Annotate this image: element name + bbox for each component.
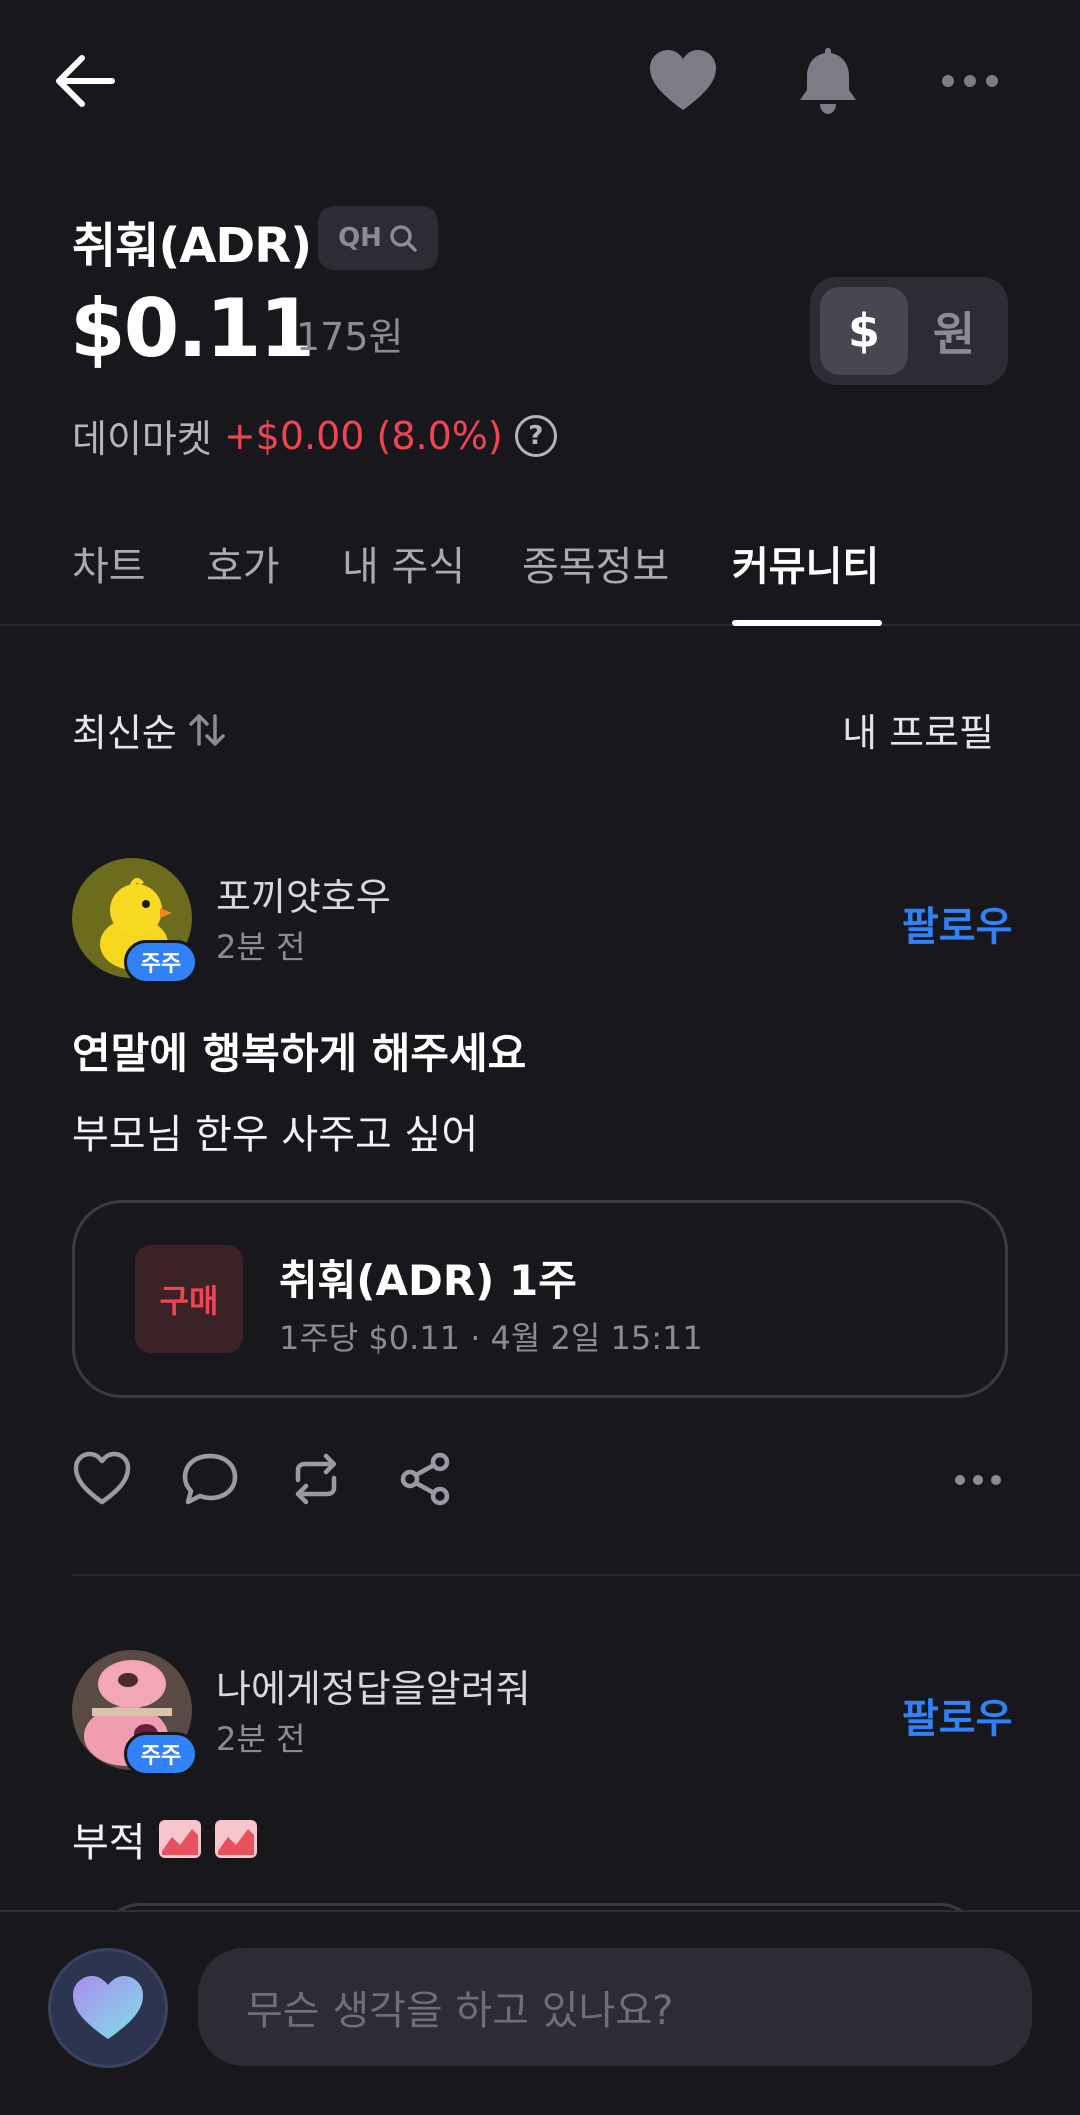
post-actions: [0, 1444, 1080, 1514]
bell-icon[interactable]: [796, 44, 860, 116]
active-tab-indicator: [732, 620, 882, 626]
sort-label: 최신순: [72, 711, 177, 755]
trade-title: 취훠(ADR) 1주: [279, 1256, 577, 1305]
post-body-row[interactable]: 부적: [72, 1810, 258, 1868]
search-icon: [390, 225, 417, 252]
comment-icon[interactable]: [180, 1450, 240, 1508]
post-composer: 무슨 생각을 하고 있나요?: [0, 1910, 1080, 2115]
repost-icon[interactable]: [286, 1450, 346, 1508]
stock-community-screen: 취훠(ADR) QH $0.11 175원 $ 원 데이마켓 +$0.00 (8…: [0, 0, 1080, 2115]
follow-button[interactable]: 팔로우: [902, 894, 1012, 952]
currency-krw-option[interactable]: 원: [910, 287, 998, 375]
heart-icon[interactable]: [648, 48, 718, 114]
tab-community[interactable]: 커뮤니티: [732, 534, 879, 592]
post-author[interactable]: 포끼얏호우: [216, 866, 391, 921]
daymarket-label: 데이마켓: [72, 417, 212, 461]
my-avatar[interactable]: [48, 1948, 168, 2068]
daymarket-change: +$0.00 (8.0%): [223, 413, 503, 458]
tab-my-stock[interactable]: 내 주식: [342, 534, 465, 592]
post-divider: [72, 1574, 1080, 1576]
post-time: 2분 전: [216, 928, 306, 966]
chart-rising-emoji-icon: [158, 1820, 201, 1858]
help-icon[interactable]: ?: [514, 414, 557, 457]
post-input[interactable]: 무슨 생각을 하고 있나요?: [198, 1948, 1032, 2066]
trade-detail: 1주당 $0.11 · 4월 2일 15:11: [279, 1319, 703, 1357]
like-icon[interactable]: [72, 1450, 132, 1508]
tab-orderbook[interactable]: 호가: [206, 534, 280, 592]
tab-chart[interactable]: 차트: [72, 534, 146, 592]
post-more-icon[interactable]: [954, 1472, 1002, 1488]
current-price: $0.11: [70, 282, 315, 375]
follow-button[interactable]: 팔로우: [902, 1686, 1012, 1744]
share-icon[interactable]: [396, 1450, 456, 1508]
stock-name: 취훠(ADR): [72, 218, 312, 274]
sort-arrows-icon: [189, 713, 225, 746]
post-input-placeholder: 무슨 생각을 하고 있나요?: [246, 1988, 674, 2034]
daymarket-change-row: 데이마켓 +$0.00 (8.0%) ?: [72, 408, 557, 463]
shareholder-badge: 주주: [124, 940, 198, 984]
more-horizontal-icon[interactable]: [940, 70, 1000, 92]
chart-rising-emoji-icon: [214, 1820, 257, 1858]
top-bar: [0, 0, 1080, 160]
buy-tag: 구매: [135, 1245, 243, 1353]
post-body[interactable]: 부모님 한우 사주고 싶어: [72, 1102, 478, 1160]
trade-card[interactable]: 구매 취훠(ADR) 1주 1주당 $0.11 · 4월 2일 15:11: [72, 1200, 1008, 1398]
tab-stock-info[interactable]: 종목정보: [522, 534, 669, 592]
ticker-search-chip[interactable]: QH: [318, 206, 438, 270]
post-title[interactable]: 연말에 행복하게 해주세요: [72, 1020, 526, 1081]
shareholder-badge: 주주: [124, 1732, 198, 1776]
tab-bar: 차트 호가 내 주식 종목정보 커뮤니티: [0, 520, 1080, 626]
post-body: 부적: [72, 1820, 146, 1866]
post-author[interactable]: 나에게정답을알려줘: [216, 1658, 531, 1713]
price-krw: 175원: [296, 315, 404, 359]
post-time: 2분 전: [216, 1720, 306, 1758]
sort-selector[interactable]: 최신순: [72, 702, 227, 757]
back-arrow-icon[interactable]: [52, 50, 118, 112]
currency-usd-option[interactable]: $: [820, 287, 908, 375]
gradient-heart-icon: [73, 1976, 143, 2039]
currency-toggle[interactable]: $ 원: [810, 277, 1008, 385]
my-profile-link[interactable]: 내 프로필: [842, 702, 994, 757]
ticker-label: QH: [338, 223, 382, 253]
